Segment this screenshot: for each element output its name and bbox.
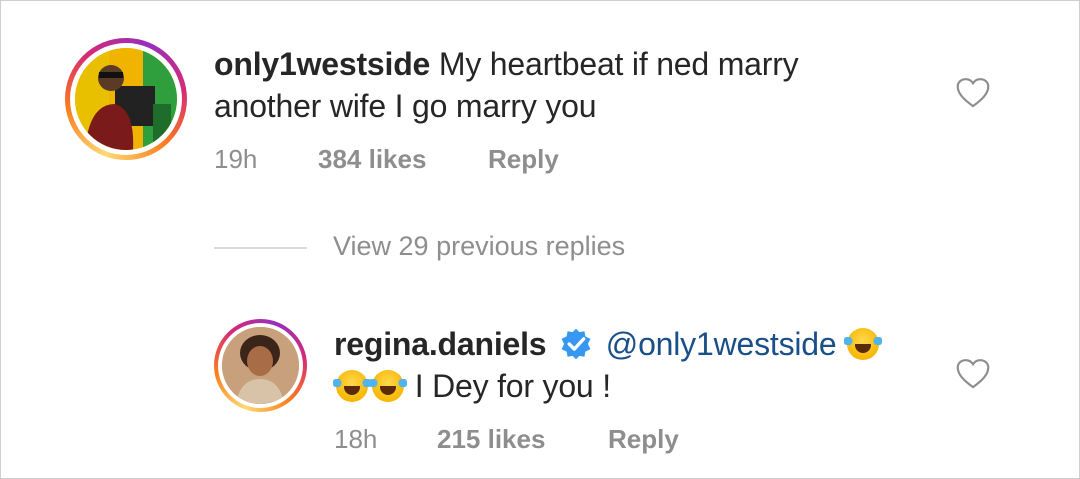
verified-badge-icon xyxy=(561,328,591,360)
reply-mention[interactable]: @only1westside xyxy=(606,326,837,362)
avatar-regina-daniels[interactable] xyxy=(214,319,307,412)
comment-text-line2: another wife I go marry you xyxy=(214,88,597,124)
view-replies-divider xyxy=(214,247,307,249)
reply-time: 18h xyxy=(334,424,378,454)
avatar-only1westside[interactable] xyxy=(65,38,187,160)
comment-username[interactable]: only1westside xyxy=(214,46,430,82)
reply-text: I Dey for you ! xyxy=(414,368,611,404)
heart-icon[interactable] xyxy=(955,77,991,109)
view-previous-replies-link[interactable]: View 29 previous replies xyxy=(333,231,625,262)
comment-time: 19h xyxy=(214,144,258,174)
comment-body: only1westside My heartbeat if ned marry … xyxy=(214,43,799,127)
face-with-tears-of-joy-icon xyxy=(333,370,371,402)
reply-body: regina.daniels @only1westside I Dey for … xyxy=(333,323,883,407)
heart-icon[interactable] xyxy=(955,358,991,390)
reply-likes[interactable]: 215 likes xyxy=(437,424,545,455)
face-with-tears-of-joy-icon xyxy=(844,328,883,360)
avatar-photo-icon xyxy=(222,327,299,404)
comment-reply-button[interactable]: Reply xyxy=(488,144,559,175)
face-with-tears-of-joy-icon xyxy=(369,370,407,402)
comment-likes[interactable]: 384 likes xyxy=(318,144,426,175)
avatar-photo-icon xyxy=(75,48,177,150)
comment-thread: only1westside My heartbeat if ned marry … xyxy=(0,0,1080,479)
comment-text-line1: My heartbeat if ned marry xyxy=(438,46,799,82)
reply-reply-button[interactable]: Reply xyxy=(608,424,679,455)
reply-username[interactable]: regina.daniels xyxy=(334,326,547,362)
